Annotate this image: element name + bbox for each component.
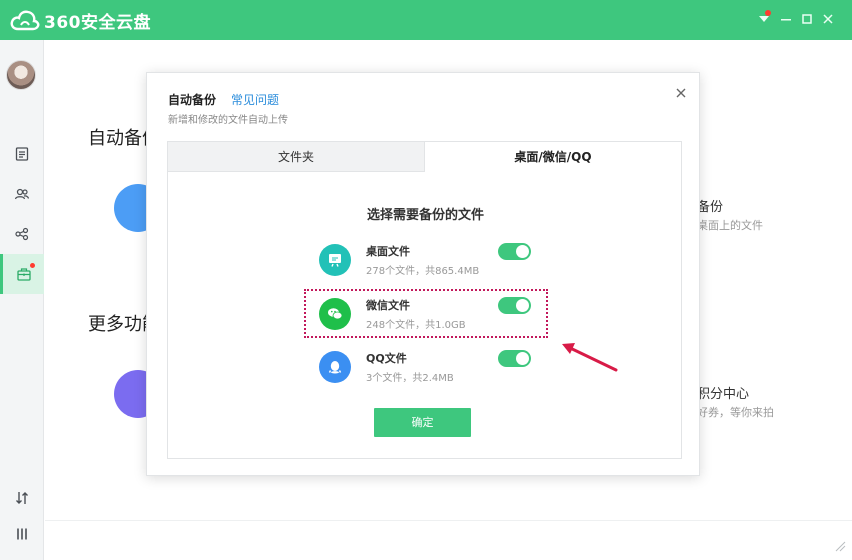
tab-desktop-wechat-qq[interactable]: 桌面/微信/QQ	[425, 142, 681, 172]
bg-right-sub-1: 桌面上的文件	[697, 219, 763, 232]
toolbox-badge-dot	[30, 263, 35, 268]
avatar[interactable]	[6, 60, 36, 90]
share-icon[interactable]	[0, 214, 44, 254]
qq-icon	[319, 351, 351, 383]
cloud-logo-icon	[10, 10, 40, 31]
list-item-desktop: 桌面文件 278个文件，共865.4MB	[168, 243, 683, 283]
dialog-subtitle: 新增和修改的文件自动上传	[168, 115, 288, 126]
qq-toggle[interactable]	[498, 350, 531, 367]
minimize-icon[interactable]	[778, 11, 794, 27]
tab-folder[interactable]: 文件夹	[168, 142, 425, 172]
transfer-icon[interactable]	[0, 478, 44, 518]
app-brand: 360安全云盘	[44, 12, 151, 33]
title-bar: 360安全云盘	[0, 0, 852, 40]
dialog-title: 自动备份	[168, 93, 217, 107]
resize-grip-icon[interactable]	[834, 540, 846, 552]
desktop-toggle[interactable]	[498, 243, 531, 260]
toolbox-icon[interactable]	[0, 254, 44, 294]
file-icon[interactable]	[0, 134, 44, 174]
desktop-icon	[319, 244, 351, 276]
faq-link[interactable]: 常见问题	[231, 91, 279, 108]
divider	[45, 520, 852, 521]
contacts-icon[interactable]	[0, 174, 44, 214]
bg-right-title-2: 积分中心	[697, 387, 750, 402]
confirm-button[interactable]: 确定	[374, 408, 471, 437]
more-icon[interactable]	[0, 514, 44, 554]
choose-files-title: 选择需要备份的文件	[366, 208, 484, 223]
highlight-box	[304, 289, 548, 338]
dialog-close-icon[interactable]	[673, 85, 689, 101]
bg-right-sub-2: 好券，等你来拍	[697, 406, 774, 419]
auto-backup-dialog: 自动备份 常见问题 新增和修改的文件自动上传 文件夹 桌面/微信/QQ 选择需要…	[146, 72, 700, 476]
sidebar	[0, 40, 44, 560]
close-icon[interactable]	[820, 11, 836, 27]
notification-dot	[765, 10, 771, 16]
app-logo: 360安全云盘	[10, 7, 151, 33]
item-info: 3个文件，共2.4MB	[366, 373, 454, 384]
item-name: 桌面文件	[366, 245, 410, 258]
annotation-arrow-icon	[562, 343, 618, 372]
item-name: QQ文件	[366, 352, 407, 365]
maximize-icon[interactable]	[799, 11, 815, 27]
bg-right-title-1: 备份	[697, 200, 724, 215]
item-info: 278个文件，共865.4MB	[366, 266, 480, 277]
